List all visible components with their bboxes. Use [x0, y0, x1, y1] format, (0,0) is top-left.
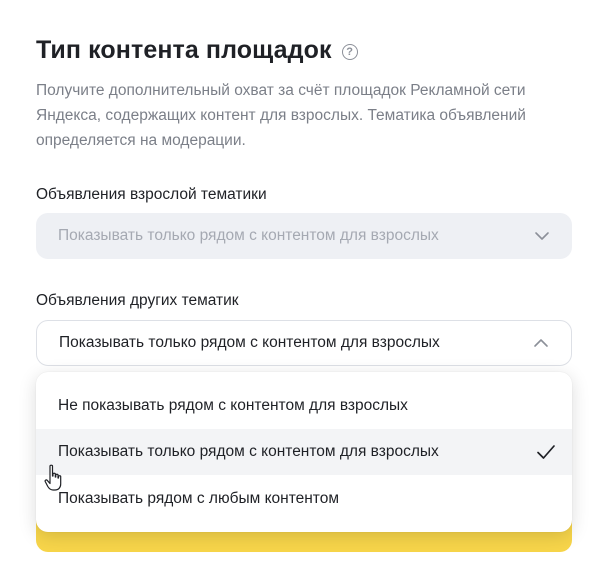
hand-pointer-cursor-icon [44, 464, 62, 491]
dropdown-option-label: Не показывать рядом с контентом для взро… [58, 397, 408, 414]
dropdown-option-label: Показывать рядом с любым контентом [58, 490, 340, 507]
other-ads-select[interactable]: Показывать только рядом с контентом для … [36, 320, 572, 366]
section-description: Получите дополнительный охват за счёт пл… [36, 82, 526, 149]
dropdown-option[interactable]: Не показывать рядом с контентом для взро… [36, 383, 572, 429]
options-dropdown: Не показывать рядом с контентом для взро… [36, 372, 572, 532]
adult-ads-label: Объявления взрослой тематики [36, 186, 267, 203]
other-ads-select-value: Показывать только рядом с контентом для … [59, 334, 440, 351]
dropdown-option-label: Показывать только рядом с контентом для … [58, 443, 439, 460]
dropdown-option-selected[interactable]: Показывать только рядом с контентом для … [36, 429, 572, 475]
other-ads-label: Объявления других тематик [36, 292, 239, 309]
chevron-up-icon [534, 339, 548, 347]
adult-ads-select: Показывать только рядом с контентом для … [36, 213, 572, 259]
section-title: Тип контента площадок [36, 36, 332, 64]
adult-ads-select-value: Показывать только рядом с контентом для … [58, 227, 439, 244]
dropdown-option[interactable]: Показывать рядом с любым контентом [36, 476, 572, 522]
section-header: Тип контента площадок ? [36, 36, 358, 65]
checkmark-icon [537, 445, 555, 459]
question-circle-icon[interactable]: ? [341, 44, 358, 60]
chevron-down-icon [535, 232, 549, 240]
settings-card: Тип контента площадок ? Получите дополни… [0, 0, 600, 573]
